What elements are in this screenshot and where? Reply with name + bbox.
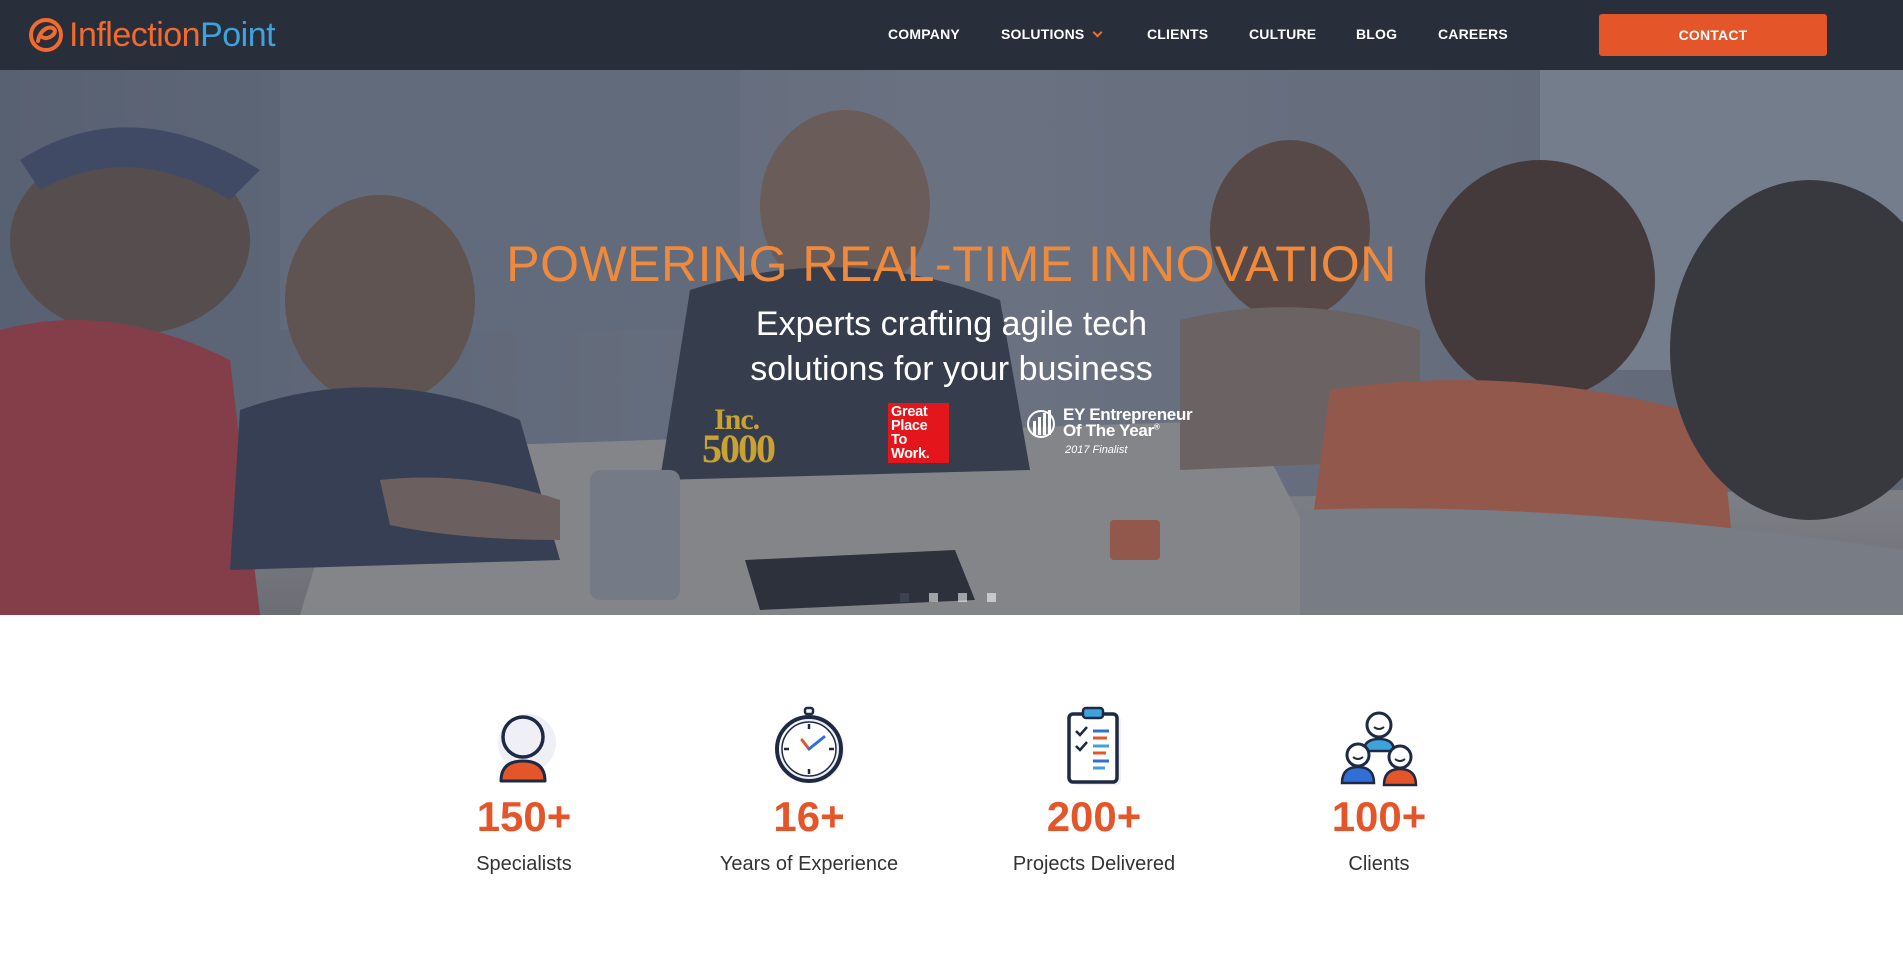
stat-years: 16+ Years of Experience [689,705,929,876]
slider-dot[interactable] [958,593,967,602]
hero-subtitle-line1: Experts crafting agile tech [755,305,1148,343]
stat-specialists: 150+ Specialists [404,705,644,876]
hero-subtitle-line2: solutions for your business [750,350,1153,388]
stat-clients: 100+ Clients [1259,705,1499,876]
slider-dots [900,593,996,602]
ey-subtitle: 2017 Finalist [1065,444,1128,456]
gptw-word: Work. [891,446,930,462]
stat-value: 200+ [1046,793,1142,840]
gptw-word: Place [891,418,928,434]
gptw-word: To [891,432,908,448]
contact-button[interactable]: CONTACT [1599,14,1827,56]
hero-subtitle: Experts crafting agile tech solutions fo… [0,302,1903,392]
awards-row: Inc. 5000 Great Place To Work. EY Entrep… [0,403,1903,473]
group-icon [1340,711,1418,787]
nav-item-clients[interactable]: CLIENTS [1147,26,1208,42]
hero-banner: POWERING REAL-TIME INNOVATION Experts cr… [0,70,1903,615]
nav-item-careers[interactable]: CAREERS [1438,26,1508,42]
person-icon [498,714,556,783]
stopwatch-icon [775,706,844,783]
slider-dot[interactable] [929,593,938,602]
nav-item-blog[interactable]: BLOG [1356,26,1397,42]
gptw-word: Great [891,404,928,420]
logo-text: InflectionPoint [69,16,276,54]
stat-label: Projects Delivered [1012,853,1176,875]
inc-badge-bottom: 5000 [702,426,776,471]
hero-title: POWERING REAL-TIME INNOVATION [506,236,1397,292]
inc-5000-badge: Inc. 5000 [702,403,812,471]
top-navbar: InflectionPoint COMPANY SOLUTIONS CLIENT… [0,0,1903,70]
great-place-to-work-badge: Great Place To Work. [888,403,949,463]
ey-entrepreneur-badge: EY Entrepreneur Of The Year® 2017 Finali… [1027,405,1207,467]
ey-bars-icon [1027,410,1055,438]
nav-item-solutions[interactable]: SOLUTIONS [1001,26,1103,42]
logo[interactable]: InflectionPoint [28,16,276,54]
clipboard-checklist-icon [1067,706,1121,785]
stat-value: 100+ [1331,793,1427,840]
nav-item-culture[interactable]: CULTURE [1249,26,1316,42]
stat-label: Clients [1348,853,1410,875]
ey-title-line2: Of The Year® [1063,421,1160,440]
stat-value: 16+ [773,793,845,840]
slider-dot[interactable] [900,593,909,602]
nav-item-solutions-label: SOLUTIONS [1001,26,1085,42]
stat-projects: 200+ Projects Delivered [974,705,1214,876]
logo-icon [29,18,63,52]
slider-dot[interactable] [987,593,996,602]
stat-label: Years of Experience [719,853,899,875]
stat-value: 150+ [476,793,572,840]
stat-label: Specialists [476,853,572,875]
chevron-down-icon [1093,27,1103,38]
registered-mark: ® [1153,422,1160,432]
nav-item-company[interactable]: COMPANY [888,26,960,42]
